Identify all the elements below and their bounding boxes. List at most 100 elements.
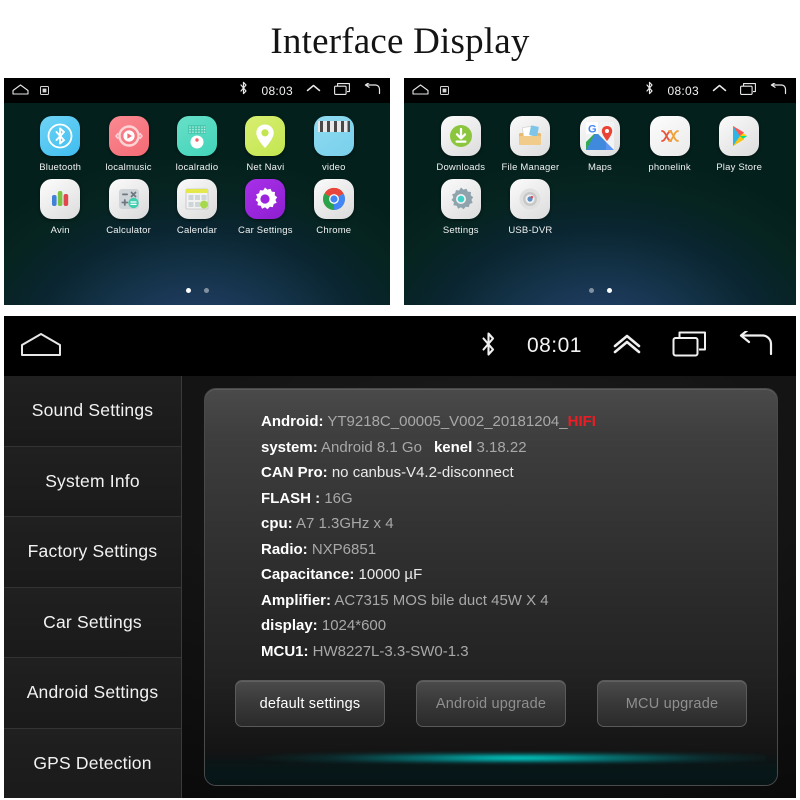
app-bluetooth[interactable]: Bluetooth [26,116,94,173]
app-chrome[interactable]: Chrome [300,179,368,236]
app-video[interactable]: video [300,116,368,173]
info-key: cpu: [261,515,293,532]
screenshot-icon[interactable] [40,82,49,100]
page-dot[interactable] [203,288,209,293]
app-calendar[interactable]: Calendar [163,179,231,236]
system-info-dialog: Android: YT9218C_00005_V002_20181204_HIF… [204,388,778,786]
app-car-settings[interactable]: Car Settings [231,179,299,236]
sidebar-item-android-settings[interactable]: Android Settings [4,658,181,729]
app-file-manager[interactable]: File Manager [496,116,566,173]
page-dot[interactable] [606,288,612,293]
info-row-flash: FLASH : 16G [261,486,777,512]
mcu-upgrade-button[interactable]: MCU upgrade [597,680,747,727]
info-value: A7 1.3GHz x 4 [296,515,394,532]
info-row-canpro: CAN Pro: no canbus-V4.2-disconnect [261,460,777,486]
app-label: Bluetooth [39,162,82,173]
info-value: HW8227L-3.3-SW0-1.3 [312,642,469,660]
app-label: Maps [587,162,612,173]
chevron-up-icon[interactable] [306,82,321,100]
info-value: AC7315 MOS bile duct 45W X 4 [334,591,549,609]
app-empty-slot [635,179,705,236]
screenshot-icon[interactable] [440,82,449,100]
sidebar-item-label: Car Settings [43,611,142,632]
bluetooth-app-icon [40,116,81,156]
app-maps[interactable]: G Maps [565,116,635,173]
app-label: Net Navi [246,162,285,173]
app-net-navi[interactable]: Net Navi [231,116,299,173]
status-clock: 08:03 [261,83,293,98]
back-arrow-icon[interactable] [364,81,381,100]
settings-screen-panel: 08:01 Sound Settings System Info Factory… [4,316,796,798]
info-key: Radio: [261,540,308,558]
localmusic-app-icon [108,116,149,156]
page-indicator-2 [404,288,796,293]
chevron-up-icon[interactable] [612,333,642,360]
back-arrow-icon[interactable] [770,81,787,100]
recents-icon[interactable] [740,82,757,100]
bluetooth-icon [239,81,248,100]
calculator-app-icon [108,179,149,219]
sidebar-item-sound-settings[interactable]: Sound Settings [4,376,181,447]
sidebar-item-system-info[interactable]: System Info [4,446,181,517]
home-icon[interactable] [412,82,429,100]
chrome-app-icon [313,179,354,219]
back-arrow-icon[interactable] [738,327,774,362]
info-key: display: [261,617,318,634]
calendar-app-icon [176,179,217,219]
settings-sidebar: Sound Settings System Info Factory Setti… [4,376,182,798]
settings-app-icon [440,179,481,219]
status-clock: 08:03 [667,83,699,98]
app-calculator[interactable]: Calculator [94,179,162,236]
app-settings[interactable]: Settings [426,179,496,236]
recents-icon[interactable] [672,331,708,362]
page-dot[interactable] [185,288,191,293]
default-settings-button[interactable]: default settings [235,680,385,727]
recents-icon[interactable] [334,82,351,100]
settings-content: Android: YT9218C_00005_V002_20181204_HIF… [182,376,796,798]
app-label: USB-DVR [508,225,553,236]
status-bar-home-1: 08:03 [4,78,390,103]
app-label: Avin [50,225,70,236]
info-key: MCU1: [261,642,309,660]
bluetooth-icon [645,81,654,100]
app-usb-dvr[interactable]: USB-DVR [496,179,566,236]
info-key: CAN Pro: [261,464,328,481]
info-value: 10000 µF [358,566,423,583]
home-screen-panel-2: 08:03 Downloads File Manager G Maps phon… [404,78,796,305]
info-value-hifi: HIFI [567,413,596,430]
home-icon[interactable] [12,82,29,100]
app-empty-slot [565,179,635,236]
car-settings-app-icon [245,179,286,219]
app-label: Downloads [436,162,486,173]
app-localradio[interactable]: localradio [163,116,231,173]
sidebar-item-label: GPS Detection [33,752,152,773]
app-label: Calculator [106,225,151,236]
sidebar-item-factory-settings[interactable]: Factory Settings [4,517,181,588]
app-phonelink[interactable]: phonelink [635,116,705,173]
app-avin[interactable]: Avin [26,179,94,236]
app-play-store[interactable]: Play Store [704,116,774,173]
sidebar-item-car-settings[interactable]: Car Settings [4,587,181,658]
dialog-button-row: default settings Android upgrade MCU upg… [235,680,747,727]
avin-app-icon [40,179,81,219]
app-localmusic[interactable]: localmusic [94,116,162,173]
info-value: 16G [324,489,353,507]
net-navi-app-icon [245,116,286,156]
app-label: Car Settings [238,225,293,236]
android-upgrade-button[interactable]: Android upgrade [416,680,566,727]
info-value: NXP6851 [311,540,377,558]
info-key-kernel: kenel [433,438,473,456]
page-dot[interactable] [588,288,594,293]
info-row-display: display: 1024*600 [261,613,777,639]
maps-app-icon: G [579,116,620,156]
app-label: File Manager [501,162,560,173]
app-downloads[interactable]: Downloads [426,116,496,173]
info-row-capacitance: Capacitance: 10000 µF [261,562,777,588]
chevron-up-icon[interactable] [712,82,727,100]
info-row-system: system: Android 8.1 Go kenel 3.18.22 [261,435,777,461]
sidebar-item-gps-detection[interactable]: GPS Detection [4,728,181,798]
home-icon[interactable] [20,331,62,362]
info-value-kernel: 3.18.22 [476,438,527,456]
play-store-app-icon [719,116,760,156]
page-indicator-1 [4,288,390,293]
